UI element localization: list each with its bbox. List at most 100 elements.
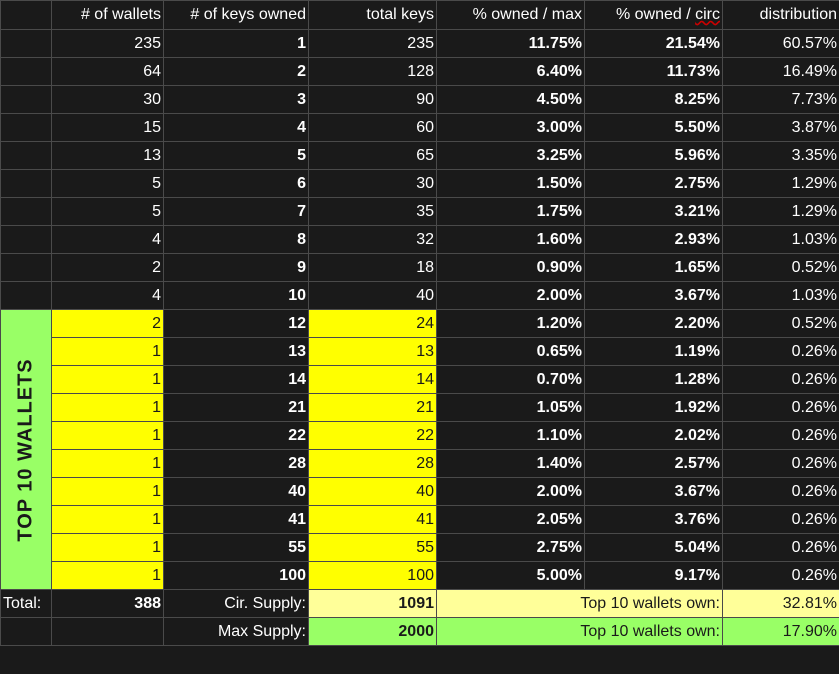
distribution-cell[interactable]: 0.26%: [722, 449, 839, 478]
header-distribution[interactable]: distribution: [722, 0, 839, 30]
row-label-cell[interactable]: [0, 113, 52, 142]
pct-circ-cell[interactable]: 5.04%: [584, 533, 723, 562]
wallets-cell[interactable]: 5: [51, 197, 164, 226]
cir-supply-value[interactable]: 1091: [308, 589, 437, 618]
pct-max-cell[interactable]: 1.40%: [436, 449, 585, 478]
distribution-cell[interactable]: 0.52%: [722, 253, 839, 282]
pct-circ-cell[interactable]: 3.67%: [584, 281, 723, 310]
max-supply-value[interactable]: 2000: [308, 617, 437, 646]
cir-supply-label[interactable]: Cir. Supply:: [163, 589, 309, 618]
total-wallets-value[interactable]: 388: [51, 589, 164, 618]
pct-circ-cell[interactable]: 1.28%: [584, 365, 723, 394]
keys-owned-cell[interactable]: 22: [163, 421, 309, 450]
total-keys-cell[interactable]: 100: [308, 561, 437, 590]
pct-max-cell[interactable]: 3.25%: [436, 141, 585, 170]
pct-circ-cell[interactable]: 5.50%: [584, 113, 723, 142]
pct-circ-cell[interactable]: 9.17%: [584, 561, 723, 590]
header-pct-max[interactable]: % owned / max: [436, 0, 585, 30]
keys-owned-cell[interactable]: 40: [163, 477, 309, 506]
distribution-cell[interactable]: 1.03%: [722, 225, 839, 254]
top10-own-circ-value[interactable]: 32.81%: [722, 589, 839, 618]
top10-own-label-max[interactable]: Top 10 wallets own:: [436, 617, 723, 646]
keys-owned-cell[interactable]: 13: [163, 337, 309, 366]
total-keys-cell[interactable]: 128: [308, 57, 437, 86]
wallets-cell[interactable]: 2: [51, 253, 164, 282]
total-keys-cell[interactable]: 35: [308, 197, 437, 226]
pct-circ-cell[interactable]: 1.92%: [584, 393, 723, 422]
keys-owned-cell[interactable]: 2: [163, 57, 309, 86]
total-keys-cell[interactable]: 55: [308, 533, 437, 562]
wallets-cell[interactable]: 1: [51, 505, 164, 534]
wallets-cell[interactable]: 64: [51, 57, 164, 86]
keys-owned-cell[interactable]: 28: [163, 449, 309, 478]
distribution-cell[interactable]: 3.35%: [722, 141, 839, 170]
keys-owned-cell[interactable]: 3: [163, 85, 309, 114]
keys-owned-cell[interactable]: 10: [163, 281, 309, 310]
total-keys-cell[interactable]: 14: [308, 365, 437, 394]
keys-owned-cell[interactable]: 55: [163, 533, 309, 562]
total-keys-cell[interactable]: 40: [308, 281, 437, 310]
keys-owned-cell[interactable]: 7: [163, 197, 309, 226]
pct-circ-cell[interactable]: 2.75%: [584, 169, 723, 198]
keys-owned-cell[interactable]: 4: [163, 113, 309, 142]
keys-owned-cell[interactable]: 21: [163, 393, 309, 422]
distribution-cell[interactable]: 0.26%: [722, 533, 839, 562]
row-label-cell[interactable]: [0, 85, 52, 114]
header-total-keys[interactable]: total keys: [308, 0, 437, 30]
total-keys-cell[interactable]: 40: [308, 477, 437, 506]
wallets-cell[interactable]: 1: [51, 449, 164, 478]
pct-circ-cell[interactable]: 5.96%: [584, 141, 723, 170]
total-keys-cell[interactable]: 30: [308, 169, 437, 198]
row-label-cell[interactable]: [0, 141, 52, 170]
blank-cell[interactable]: [0, 617, 52, 646]
distribution-cell[interactable]: 1.29%: [722, 169, 839, 198]
pct-max-cell[interactable]: 6.40%: [436, 57, 585, 86]
wallets-cell[interactable]: 1: [51, 421, 164, 450]
distribution-cell[interactable]: 0.26%: [722, 337, 839, 366]
pct-max-cell[interactable]: 11.75%: [436, 29, 585, 58]
distribution-cell[interactable]: 0.26%: [722, 421, 839, 450]
total-keys-cell[interactable]: 90: [308, 85, 437, 114]
pct-max-cell[interactable]: 3.00%: [436, 113, 585, 142]
distribution-cell[interactable]: 16.49%: [722, 57, 839, 86]
pct-circ-cell[interactable]: 2.57%: [584, 449, 723, 478]
distribution-cell[interactable]: 1.03%: [722, 281, 839, 310]
distribution-cell[interactable]: 7.73%: [722, 85, 839, 114]
distribution-cell[interactable]: 0.52%: [722, 309, 839, 338]
distribution-cell[interactable]: 0.26%: [722, 393, 839, 422]
distribution-cell[interactable]: 0.26%: [722, 561, 839, 590]
pct-circ-cell[interactable]: 1.65%: [584, 253, 723, 282]
header-cell-blank[interactable]: [0, 0, 52, 30]
pct-max-cell[interactable]: 2.00%: [436, 477, 585, 506]
total-keys-cell[interactable]: 22: [308, 421, 437, 450]
total-keys-cell[interactable]: 13: [308, 337, 437, 366]
pct-max-cell[interactable]: 1.20%: [436, 309, 585, 338]
pct-max-cell[interactable]: 1.10%: [436, 421, 585, 450]
pct-circ-cell[interactable]: 3.21%: [584, 197, 723, 226]
pct-max-cell[interactable]: 0.70%: [436, 365, 585, 394]
total-keys-cell[interactable]: 21: [308, 393, 437, 422]
header-pct-circ[interactable]: % owned / circ: [584, 0, 723, 30]
distribution-cell[interactable]: 3.87%: [722, 113, 839, 142]
pct-circ-cell[interactable]: 1.19%: [584, 337, 723, 366]
keys-owned-cell[interactable]: 1: [163, 29, 309, 58]
keys-owned-cell[interactable]: 14: [163, 365, 309, 394]
pct-max-cell[interactable]: 0.65%: [436, 337, 585, 366]
total-keys-cell[interactable]: 24: [308, 309, 437, 338]
keys-owned-cell[interactable]: 100: [163, 561, 309, 590]
total-keys-cell[interactable]: 60: [308, 113, 437, 142]
total-keys-cell[interactable]: 235: [308, 29, 437, 58]
wallets-cell[interactable]: 235: [51, 29, 164, 58]
distribution-cell[interactable]: 60.57%: [722, 29, 839, 58]
wallets-cell[interactable]: 4: [51, 281, 164, 310]
row-label-cell[interactable]: [0, 197, 52, 226]
total-keys-cell[interactable]: 28: [308, 449, 437, 478]
pct-circ-cell[interactable]: 2.93%: [584, 225, 723, 254]
pct-circ-cell[interactable]: 21.54%: [584, 29, 723, 58]
pct-max-cell[interactable]: 1.05%: [436, 393, 585, 422]
row-label-cell[interactable]: [0, 253, 52, 282]
pct-max-cell[interactable]: 0.90%: [436, 253, 585, 282]
blank-cell[interactable]: [51, 617, 164, 646]
header-keys-owned[interactable]: # of keys owned: [163, 0, 309, 30]
wallets-cell[interactable]: 1: [51, 393, 164, 422]
